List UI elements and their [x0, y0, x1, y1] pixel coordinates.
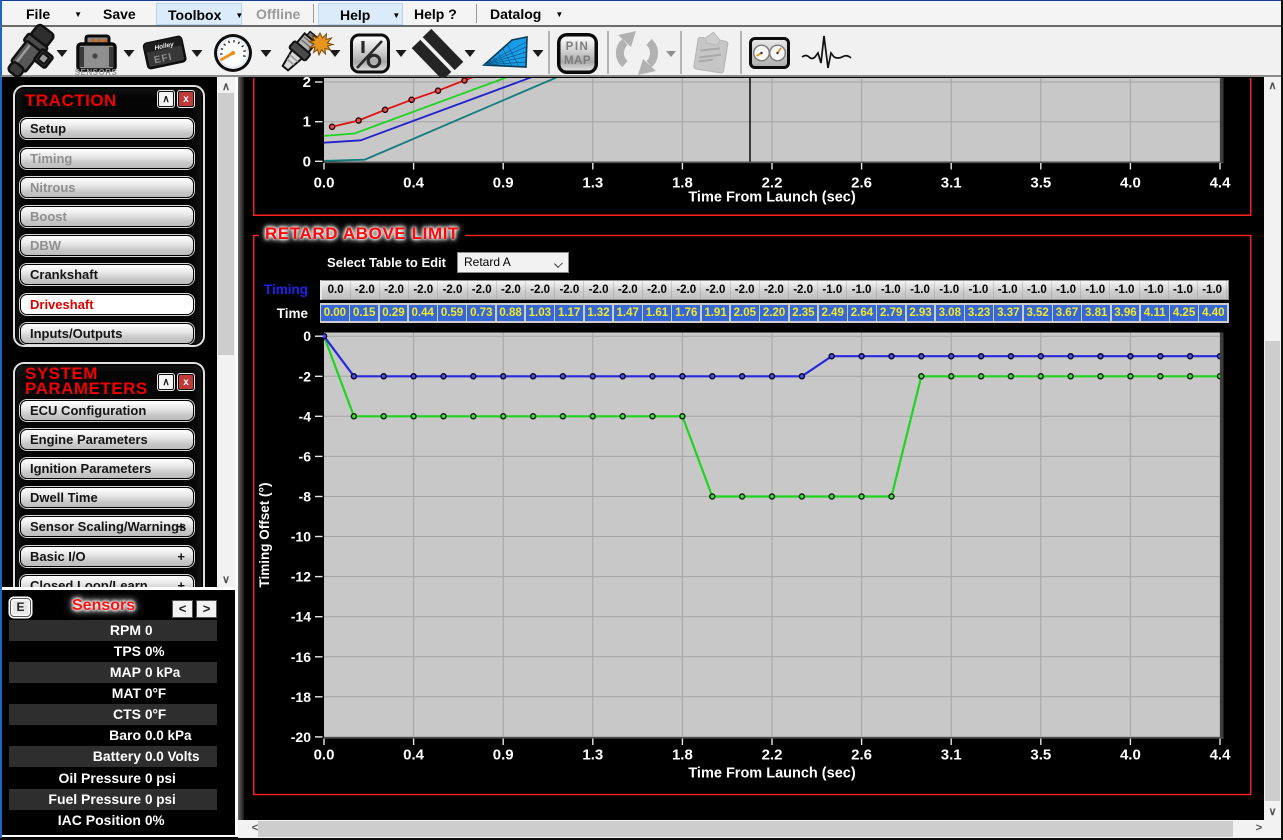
svg-text:4.0: 4.0 — [1120, 747, 1141, 764]
svg-text:-20: -20 — [291, 729, 311, 745]
svg-text:1: 1 — [303, 114, 311, 131]
svg-text:Time From Launch (sec): Time From Launch (sec) — [688, 190, 855, 206]
svg-text:1.3: 1.3 — [582, 747, 603, 764]
svg-text:-6: -6 — [299, 448, 312, 464]
svg-text:0.0: 0.0 — [314, 175, 335, 192]
svg-text:2.2: 2.2 — [762, 747, 783, 764]
svg-text:-4: -4 — [299, 408, 312, 424]
svg-text:4.0: 4.0 — [1120, 175, 1141, 192]
svg-text:Time From Launch (sec): Time From Launch (sec) — [688, 766, 855, 782]
svg-text:-14: -14 — [291, 609, 311, 625]
svg-text:0.9: 0.9 — [493, 747, 514, 764]
svg-text:3.1: 3.1 — [941, 747, 962, 764]
svg-text:1.3: 1.3 — [582, 175, 603, 192]
svg-text:1.8: 1.8 — [672, 747, 693, 764]
svg-text:-10: -10 — [291, 529, 311, 545]
svg-text:-8: -8 — [299, 489, 312, 505]
svg-text:0: 0 — [303, 153, 311, 170]
svg-text:-12: -12 — [291, 569, 311, 585]
svg-text:4.4: 4.4 — [1210, 175, 1232, 192]
svg-text:0.9: 0.9 — [493, 175, 514, 192]
svg-text:-16: -16 — [291, 649, 311, 665]
svg-text:3.5: 3.5 — [1030, 747, 1051, 764]
svg-text:2: 2 — [303, 74, 311, 91]
svg-text:0: 0 — [303, 328, 311, 344]
svg-text:2.6: 2.6 — [851, 747, 872, 764]
svg-text:3.5: 3.5 — [1030, 175, 1051, 192]
svg-text:0.0: 0.0 — [314, 747, 335, 764]
svg-text:4.4: 4.4 — [1210, 747, 1232, 764]
svg-text:Timing Offset (°): Timing Offset (°) — [257, 483, 272, 588]
svg-text:-18: -18 — [291, 689, 311, 705]
svg-text:-2: -2 — [299, 368, 312, 384]
svg-text:3.1: 3.1 — [941, 175, 962, 192]
svg-text:0.4: 0.4 — [403, 747, 425, 764]
svg-text:0.4: 0.4 — [403, 175, 425, 192]
